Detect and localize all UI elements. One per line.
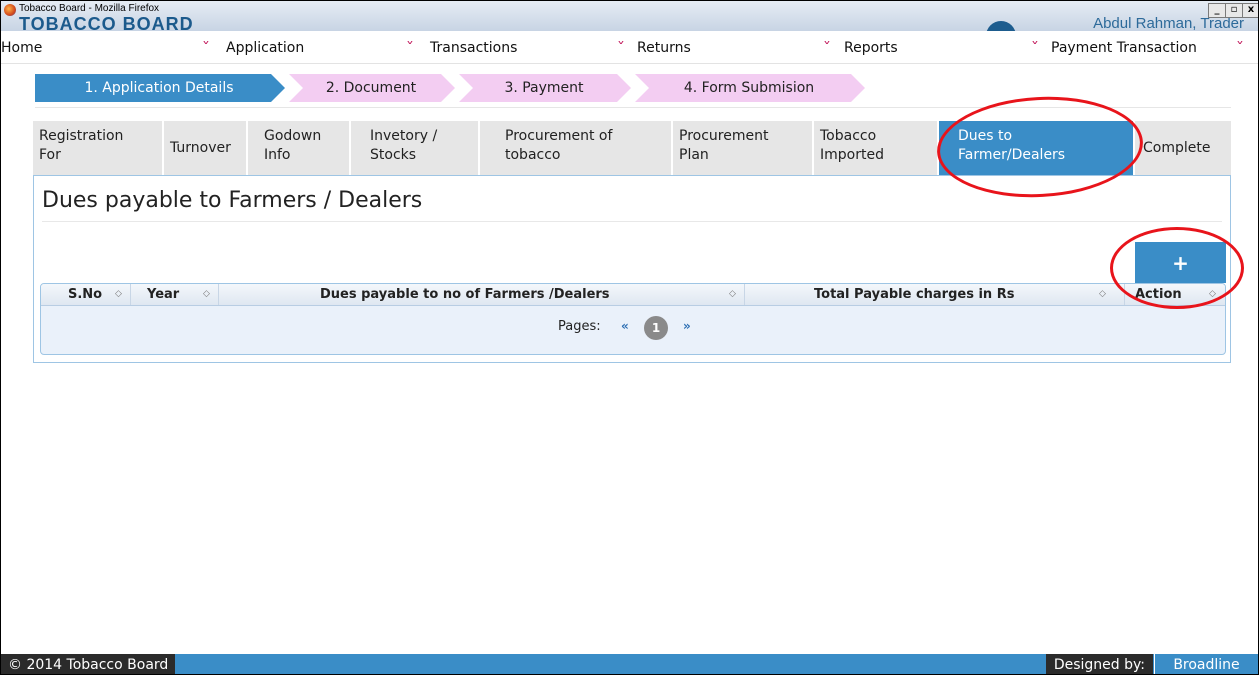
designed-by-label: Designed by: xyxy=(1045,654,1153,674)
section-tabs: Registration For Turnover Godown Info Inve… xyxy=(33,121,1231,176)
chevron-down-icon[interactable]: ˅ xyxy=(823,40,831,54)
step-document[interactable]: 2. Document xyxy=(289,74,455,102)
table-header: S.No ◇ Year ◇ Dues payable to no of Farm… xyxy=(41,284,1225,306)
column-dues-payable[interactable]: Dues payable to no of Farmers /Dealers ◇ xyxy=(219,284,745,305)
maximize-button[interactable]: ▫ xyxy=(1225,3,1243,18)
sort-icon: ◇ xyxy=(729,289,736,299)
menu-home[interactable]: Home xyxy=(1,40,42,56)
chevron-down-icon[interactable]: ˅ xyxy=(202,40,210,54)
menu-payment-transaction[interactable]: Payment Transaction xyxy=(1051,40,1197,56)
add-button[interactable]: + xyxy=(1135,242,1226,283)
dues-table: S.No ◇ Year ◇ Dues payable to no of Farm… xyxy=(40,283,1226,355)
menu-transactions[interactable]: Transactions xyxy=(430,40,517,56)
column-year[interactable]: Year ◇ xyxy=(131,284,219,305)
page-title: Dues payable to Farmers / Dealers xyxy=(42,188,423,213)
column-sno[interactable]: S.No ◇ xyxy=(41,284,131,305)
tab-complete[interactable]: Complete xyxy=(1135,121,1231,176)
window-title-bar: Tobacco Board - Mozilla Firefox TOBACCO … xyxy=(1,1,1258,31)
sort-icon: ◇ xyxy=(1099,289,1106,299)
user-logo-icon xyxy=(986,21,1016,31)
tab-godown-info[interactable]: Godown Info xyxy=(248,121,349,176)
tab-procurement-plan[interactable]: Procurement Plan xyxy=(673,121,812,176)
close-button[interactable]: x xyxy=(1242,3,1258,18)
menu-reports[interactable]: Reports xyxy=(844,40,898,56)
browser-window: Tobacco Board - Mozilla Firefox TOBACCO … xyxy=(0,0,1259,675)
sort-icon: ◇ xyxy=(203,289,210,299)
site-banner: TOBACCO BOARD xyxy=(19,14,194,31)
chevron-down-icon[interactable]: ˅ xyxy=(406,40,414,54)
pagination: Pages: « 1 » xyxy=(41,316,1225,340)
pager-label: Pages: xyxy=(558,319,601,334)
menu-returns[interactable]: Returns xyxy=(637,40,691,56)
page-number[interactable]: 1 xyxy=(644,316,668,340)
tab-registration-for[interactable]: Registration For xyxy=(33,121,162,176)
footer: © 2014 Tobacco Board Designed by: Broadl… xyxy=(1,654,1258,674)
step-payment[interactable]: 3. Payment xyxy=(459,74,631,102)
minimize-button[interactable]: _ xyxy=(1208,3,1226,18)
prev-page-icon[interactable]: « xyxy=(621,319,629,333)
sort-icon: ◇ xyxy=(115,289,122,299)
step-label: 4. Form Submision xyxy=(683,80,815,96)
window-title: Tobacco Board - Mozilla Firefox xyxy=(19,3,160,14)
tab-inventory-stocks[interactable]: Invetory / Stocks xyxy=(351,121,478,176)
step-label: 1. Application Details xyxy=(84,80,234,96)
tab-turnover[interactable]: Turnover xyxy=(164,121,246,176)
tab-procurement-of-tobacco[interactable]: Procurement of tobacco xyxy=(480,121,671,176)
step-application-details[interactable]: 1. Application Details xyxy=(35,74,285,102)
step-label: 2. Document xyxy=(325,80,417,96)
divider xyxy=(42,221,1222,222)
dues-panel: Dues payable to Farmers / Dealers + S.No… xyxy=(33,175,1231,363)
copyright: © 2014 Tobacco Board xyxy=(1,654,176,674)
chevron-down-icon[interactable]: ˅ xyxy=(1031,40,1039,54)
next-page-icon[interactable]: » xyxy=(683,319,691,333)
divider xyxy=(35,107,1231,108)
tab-dues-to-farmer-dealers[interactable]: Dues to Farmer/Dealers xyxy=(939,121,1133,176)
step-label: 3. Payment xyxy=(504,80,584,96)
main-menu: Home ˅ Application ˅ Transactions ˅ Retu… xyxy=(1,34,1258,64)
sort-icon: ◇ xyxy=(1209,289,1216,299)
column-total-payable[interactable]: Total Payable charges in Rs ◇ xyxy=(745,284,1125,305)
step-form-submission[interactable]: 4. Form Submision xyxy=(635,74,865,102)
chevron-down-icon[interactable]: ˅ xyxy=(1236,40,1244,54)
column-action[interactable]: Action ◇ xyxy=(1125,284,1225,305)
menu-application[interactable]: Application xyxy=(226,40,304,56)
firefox-icon xyxy=(4,4,16,16)
chevron-down-icon[interactable]: ˅ xyxy=(617,40,625,54)
tab-tobacco-imported[interactable]: Tobacco Imported xyxy=(814,121,937,176)
designer-link[interactable]: Broadline xyxy=(1154,654,1258,674)
